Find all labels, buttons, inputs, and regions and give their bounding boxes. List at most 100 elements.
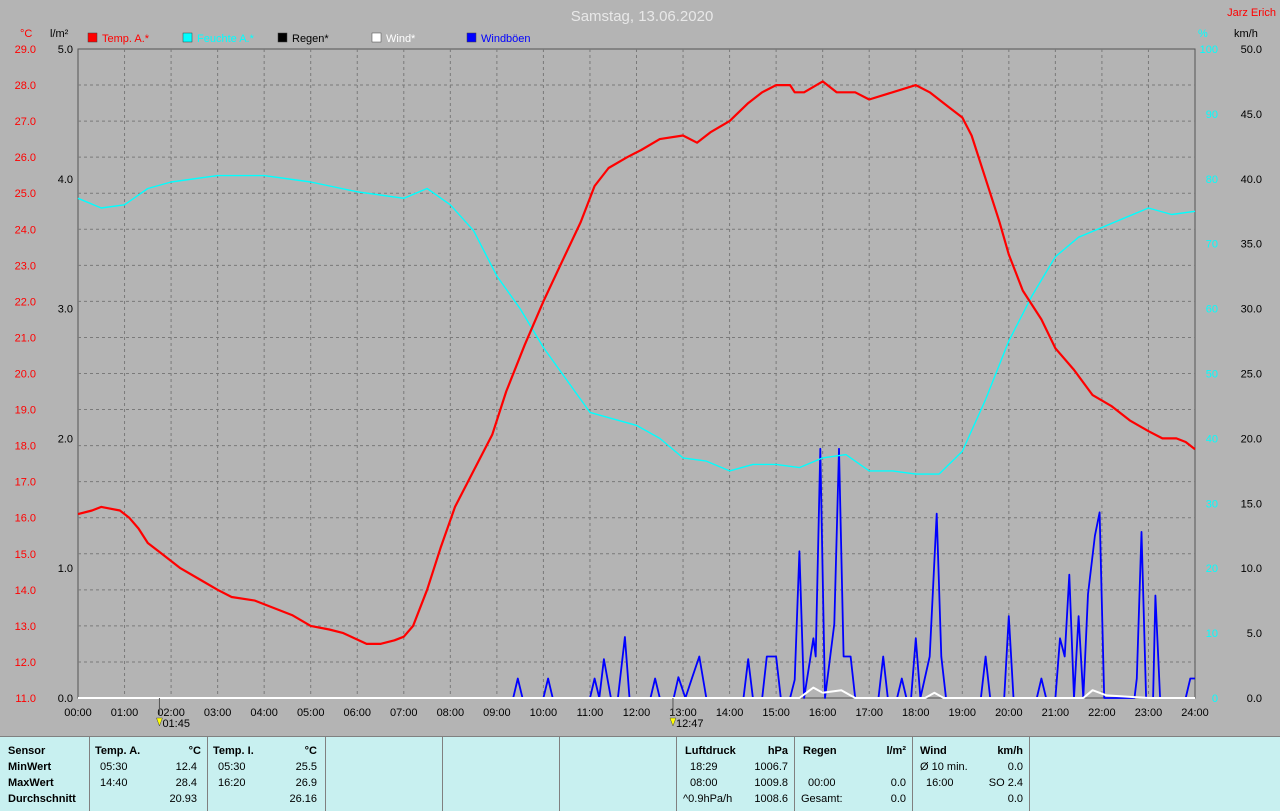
temp-i-max-value: 26.9 [295, 777, 317, 789]
temp-i-unit: °C [304, 745, 317, 757]
x-tick-label: 06:00 [343, 707, 371, 719]
rain-tick-label: 5.0 [58, 44, 73, 56]
luftdruck-average: 1008.6 [754, 793, 788, 805]
wind-tick-label: 5.0 [1247, 628, 1262, 640]
regen-gesamt-label: Gesamt: [801, 793, 843, 805]
temp-unit-label: °C [20, 28, 32, 40]
rain-unit-label: l/m² [50, 28, 69, 40]
stats-empty-column-3 [560, 737, 677, 811]
x-tick-label: 17:00 [855, 707, 883, 719]
wind-avg-value-2: 0.0 [1007, 793, 1023, 805]
humidity-tick-label: 70 [1206, 239, 1218, 251]
temp-tick-label: 13.0 [15, 621, 36, 633]
x-tick-label: 10:00 [530, 707, 558, 719]
x-tick-label: 05:00 [297, 707, 325, 719]
humidity-tick-label: 60 [1206, 304, 1218, 316]
legend-label: Regen* [292, 33, 329, 45]
stats-luftdruck-column: Luftdruck hPa 18:29 1006.7 08:00 1009.8 ^0.… [677, 737, 795, 811]
temp-tick-label: 17.0 [15, 477, 36, 489]
temp-i-header: Temp. I. [213, 745, 254, 757]
temp-tick-label: 25.0 [15, 188, 36, 200]
wind-tick-label: 50.0 [1241, 44, 1262, 56]
temp-i-max-time: 16:20 [218, 777, 246, 789]
luftdruck-header: Luftdruck [685, 745, 736, 757]
x-tick-label: 19:00 [949, 707, 977, 719]
temp-tick-label: 14.0 [15, 585, 36, 597]
wind-unit-label: km/h [1234, 28, 1258, 40]
humidity-tick-label: 80 [1206, 174, 1218, 186]
temp-tick-label: 22.0 [15, 296, 36, 308]
temp-tick-label: 24.0 [15, 224, 36, 236]
x-tick-label: 15:00 [762, 707, 790, 719]
legend-label: Wind* [386, 33, 416, 45]
temp-tick-label: 11.0 [15, 693, 36, 705]
temp-tick-label: 21.0 [15, 332, 36, 344]
temp-a-average: 20.93 [169, 793, 197, 805]
temp-a-header: Temp. A. [95, 745, 141, 757]
wind-tick-label: 0.0 [1247, 693, 1262, 705]
maxwert-label: MaxWert [8, 777, 54, 789]
stats-temp-i-column: Temp. I. °C 05:30 25.5 16:20 26.9 26.16 [208, 737, 326, 811]
wind-avg-value: 0.0 [1007, 761, 1023, 773]
stats-empty-column-1 [326, 737, 443, 811]
sensor-header: Sensor [8, 745, 46, 757]
regen-time: 00:00 [808, 777, 836, 789]
temp-a-min-time: 05:30 [100, 761, 128, 773]
temp-tick-label: 18.0 [15, 441, 36, 453]
chart-title: Samstag, 13.06.2020 [571, 8, 714, 25]
wind-tick-label: 35.0 [1241, 239, 1262, 251]
wind-tick-label: 10.0 [1241, 563, 1262, 575]
x-tick-label: 22:00 [1088, 707, 1116, 719]
x-tick-label: 21:00 [1042, 707, 1070, 719]
humidity-tick-label: 100 [1200, 44, 1218, 56]
wind-unit: km/h [997, 745, 1023, 757]
temp-tick-label: 20.0 [15, 369, 36, 381]
rain-tick-label: 1.0 [58, 563, 73, 575]
temp-a-max-value: 28.4 [175, 777, 197, 789]
wind-tick-label: 40.0 [1241, 174, 1262, 186]
weather-chart: Samstag, 13.06.2020 Jarz Erich °C l/m² %… [0, 0, 1280, 736]
luftdruck-unit: hPa [767, 745, 788, 757]
legend-swatch [277, 32, 288, 43]
humidity-tick-label: 90 [1206, 109, 1218, 121]
x-tick-label: 18:00 [902, 707, 930, 719]
wind-header: Wind [920, 745, 947, 757]
legend-label: Temp. A.* [102, 33, 150, 45]
legend-swatch [87, 32, 98, 43]
temp-i-min-value: 25.5 [295, 761, 317, 773]
temp-tick-label: 26.0 [15, 152, 36, 164]
x-tick-label: 12:00 [623, 707, 651, 719]
wind-tick-label: 15.0 [1241, 498, 1262, 510]
humidity-tick-label: 50 [1206, 369, 1218, 381]
temp-a-max-time: 14:40 [100, 777, 128, 789]
rain-tick-label: 4.0 [58, 174, 73, 186]
rain-tick-label: 0.0 [58, 693, 73, 705]
x-tick-label: 14:00 [716, 707, 744, 719]
stats-temp-a-column: Temp. A. °C 05:30 12.4 14:40 28.4 20.93 [90, 737, 208, 811]
x-tick-label: 16:00 [809, 707, 837, 719]
temp-i-min-time: 05:30 [218, 761, 246, 773]
wind-max-time: 16:00 [926, 777, 954, 789]
x-tick-label: 24:00 [1181, 707, 1209, 719]
temp-tick-label: 19.0 [15, 405, 36, 417]
legend-swatch [371, 32, 382, 43]
humidity-tick-label: 30 [1206, 498, 1218, 510]
rain-tick-label: 3.0 [58, 304, 73, 316]
wind-max-value: SO 2.4 [988, 777, 1023, 789]
rain-tick-label: 2.0 [58, 433, 73, 445]
luftdruck-max-value: 1009.8 [754, 777, 788, 789]
x-tick-label: 01:00 [111, 707, 139, 719]
wind-tick-label: 45.0 [1241, 109, 1262, 121]
regen-gesamt-value: 0.0 [890, 793, 906, 805]
humidity-unit-label: % [1198, 28, 1208, 40]
temp-tick-label: 12.0 [15, 657, 36, 669]
temp-i-average: 26.16 [289, 793, 317, 805]
humidity-tick-label: 0 [1212, 693, 1218, 705]
legend-label: Windböen [481, 33, 531, 45]
luftdruck-max-time: 08:00 [690, 777, 718, 789]
durchschnitt-label: Durchschnitt [8, 793, 76, 805]
stats-wind-column: Wind km/h Ø 10 min. 0.0 16:00 SO 2.4 0.0 [913, 737, 1030, 811]
legend-swatch [182, 32, 193, 43]
humidity-tick-label: 20 [1206, 563, 1218, 575]
stats-regen-column: Regen l/m² 00:00 0.0 Gesamt: 0.0 [795, 737, 913, 811]
